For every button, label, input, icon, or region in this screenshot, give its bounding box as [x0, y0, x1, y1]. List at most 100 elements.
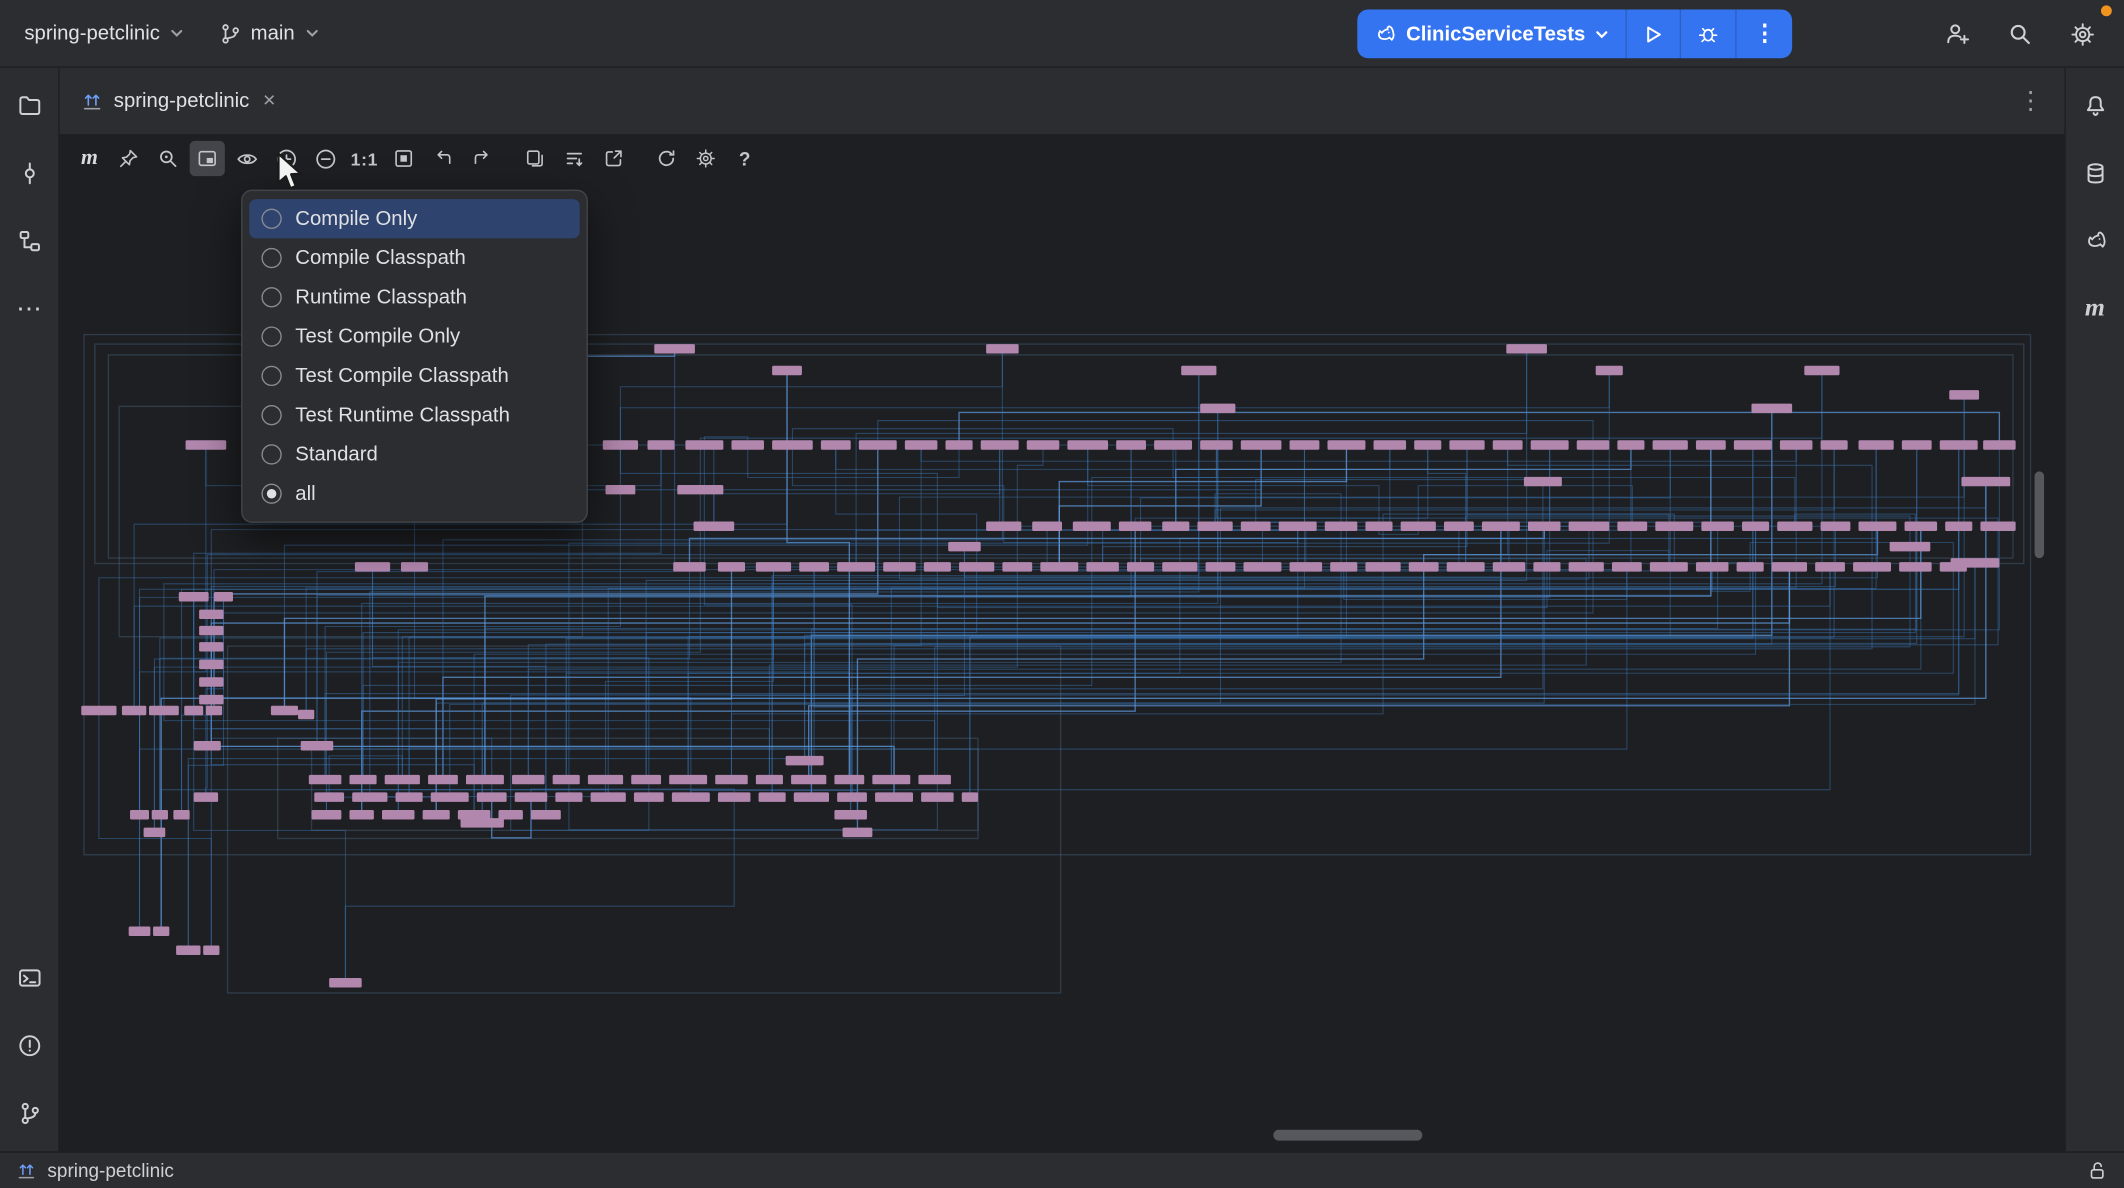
graph-node[interactable] [1086, 562, 1119, 572]
menu-item-standard[interactable]: Standard [249, 435, 580, 474]
graph-node[interactable] [1701, 521, 1734, 531]
graph-node[interactable] [270, 705, 299, 716]
zoom-reset-button[interactable]: 1:1 [347, 141, 382, 176]
graph-node[interactable] [1939, 440, 1978, 450]
graph-node[interactable] [1154, 440, 1193, 450]
graph-node[interactable] [199, 659, 224, 670]
graph-node[interactable] [1858, 440, 1894, 450]
notifications-bell-icon[interactable] [2076, 87, 2114, 125]
run-config-selector[interactable]: ClinicServiceTests [1357, 9, 1626, 58]
graph-node[interactable] [842, 827, 873, 838]
tab-options-kebab-icon[interactable]: ⋮ [2018, 87, 2042, 115]
maven-tool-icon[interactable]: m [2076, 290, 2114, 328]
graph-node[interactable] [755, 774, 783, 785]
graph-node[interactable] [1617, 440, 1645, 450]
menu-item-all[interactable]: all [249, 474, 580, 513]
graph-node[interactable] [717, 562, 746, 572]
graph-node[interactable] [199, 677, 224, 687]
graph-node[interactable] [555, 792, 583, 802]
graph-node[interactable] [476, 792, 507, 802]
menu-item-test-compile-classpath[interactable]: Test Compile Classpath [249, 356, 580, 395]
graph-node[interactable] [457, 810, 491, 820]
zoom-in-icon[interactable] [268, 141, 303, 176]
project-widget[interactable]: spring-petclinic [19, 15, 190, 52]
graph-node[interactable] [384, 774, 420, 785]
graph-node[interactable] [1365, 562, 1401, 572]
graph-node[interactable] [531, 810, 561, 820]
graph-node[interactable] [1116, 440, 1146, 450]
graph-node[interactable] [498, 810, 523, 820]
project-tool-icon[interactable] [10, 87, 48, 125]
graph-node[interactable] [948, 541, 981, 552]
graph-node[interactable] [178, 591, 209, 602]
graph-node[interactable] [1899, 562, 1932, 572]
graph-node[interactable] [1949, 390, 1980, 400]
graph-node[interactable] [1961, 476, 2011, 487]
version-control-tool-icon[interactable] [10, 1095, 48, 1133]
graph-node[interactable] [685, 440, 724, 450]
graph-node[interactable] [1889, 541, 1931, 552]
graph-node[interactable] [1240, 440, 1282, 450]
graph-node[interactable] [820, 440, 851, 450]
graph-node[interactable] [1492, 440, 1523, 450]
graph-node[interactable] [143, 827, 166, 838]
structure-tool-icon[interactable] [10, 222, 48, 260]
graph-node[interactable] [1330, 562, 1358, 572]
graph-node[interactable] [631, 774, 662, 785]
graph-node[interactable] [121, 705, 147, 716]
graph-node[interactable] [193, 792, 219, 802]
graph-node[interactable] [1032, 521, 1062, 531]
graph-node[interactable] [1695, 562, 1729, 572]
maven-scope-button[interactable]: m [72, 141, 107, 176]
commit-tool-icon[interactable] [10, 154, 48, 192]
graph-node[interactable] [1533, 562, 1561, 572]
graph-node[interactable] [587, 774, 624, 785]
graph-node[interactable] [381, 810, 415, 820]
graph-node[interactable] [834, 810, 867, 820]
database-tool-icon[interactable] [2076, 154, 2114, 192]
graph-node[interactable] [837, 792, 867, 802]
graph-node[interactable] [428, 774, 458, 785]
graph-node[interactable] [1200, 403, 1236, 414]
graph-node[interactable] [193, 740, 221, 751]
graph-node[interactable] [1904, 521, 1938, 531]
graph-node[interactable] [1858, 521, 1897, 531]
graph-node[interactable] [693, 521, 735, 531]
run-button[interactable] [1627, 9, 1680, 58]
graph-node[interactable] [1205, 562, 1236, 572]
export-open-icon[interactable] [596, 141, 631, 176]
graph-node[interactable] [673, 562, 706, 572]
graph-node[interactable] [199, 609, 224, 620]
search-everywhere-button[interactable] [1999, 14, 2040, 55]
graph-node[interactable] [308, 774, 342, 785]
graph-node[interactable] [1901, 440, 1932, 450]
graph-node[interactable] [1026, 440, 1060, 450]
graph-node[interactable] [298, 709, 315, 720]
graph-node[interactable] [785, 755, 824, 766]
graph-node[interactable] [1983, 440, 2016, 450]
settings-gear-icon[interactable] [2062, 14, 2103, 55]
graph-node[interactable] [1815, 562, 1845, 572]
graph-node[interactable] [772, 365, 802, 376]
graph-node[interactable] [1243, 562, 1282, 572]
graph-node[interactable] [1400, 521, 1436, 531]
graph-node[interactable] [1414, 440, 1442, 450]
graph-node[interactable] [1289, 562, 1323, 572]
graph-node[interactable] [1040, 562, 1079, 572]
graph-node[interactable] [1197, 521, 1233, 531]
graph-node[interactable] [1751, 403, 1793, 414]
graph-node[interactable] [1527, 521, 1561, 531]
graph-node[interactable] [671, 792, 710, 802]
filter-icon[interactable] [557, 141, 592, 176]
graph-node[interactable] [1200, 440, 1233, 450]
collaborate-add-user-button[interactable] [1937, 14, 1978, 55]
graph-node[interactable] [1568, 521, 1610, 531]
refresh-icon[interactable] [649, 141, 684, 176]
graph-node[interactable] [633, 792, 664, 802]
graph-node[interactable] [1181, 365, 1217, 376]
graph-node[interactable] [1492, 562, 1526, 572]
graph-node[interactable] [300, 740, 334, 751]
graph-node[interactable] [430, 792, 469, 802]
graph-node[interactable] [883, 562, 916, 572]
graph-node[interactable] [590, 792, 626, 802]
